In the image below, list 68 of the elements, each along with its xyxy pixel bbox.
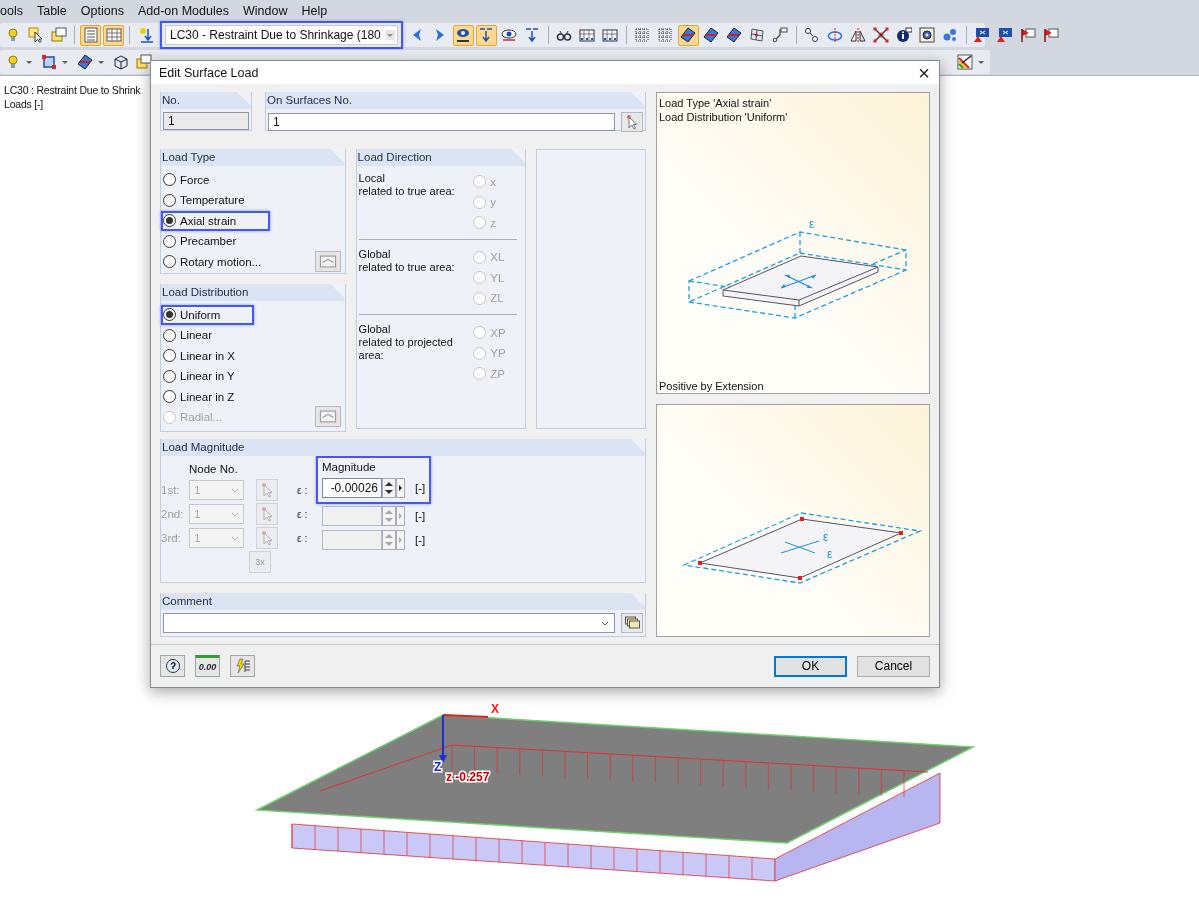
row-label: 2nd: bbox=[161, 508, 185, 520]
close-button[interactable]: × bbox=[909, 61, 939, 84]
row-label: 1st: bbox=[161, 484, 181, 496]
edit-button[interactable] bbox=[314, 250, 341, 272]
units-button[interactable]: 0.00 bbox=[195, 655, 220, 677]
group-title: Load Distribution bbox=[161, 284, 345, 301]
group-title: Comment bbox=[161, 593, 645, 610]
dialog-button[interactable]: OK bbox=[774, 655, 847, 677]
unit-label: [-] bbox=[415, 534, 426, 546]
surfaces-field[interactable]: 1 bbox=[268, 113, 615, 131]
axis-label: z -0.257 bbox=[446, 770, 490, 784]
strain-symbol: ε bbox=[827, 547, 833, 561]
panel-unit: Loads [-] bbox=[3, 97, 44, 111]
color-scale-icon[interactable] bbox=[954, 51, 975, 72]
strain-symbol: ε : bbox=[297, 484, 308, 496]
load-case-dropdown[interactable]: LC30 - Restraint Due to Shrinkage (180 bbox=[165, 25, 398, 45]
preview-text: Load Type 'Axial strain' bbox=[659, 96, 773, 110]
unit-label: [-] bbox=[415, 482, 426, 494]
caret-icon[interactable] bbox=[384, 30, 395, 40]
strain-symbol: ε : bbox=[297, 508, 308, 520]
unit-label: [-] bbox=[415, 510, 426, 522]
radio-button[interactable]: Temperature bbox=[161, 190, 251, 210]
menu-item[interactable]: Help bbox=[301, 4, 328, 18]
column-header: Node No. bbox=[188, 462, 239, 477]
table-icon[interactable] bbox=[103, 24, 124, 46]
group-title: Load Type bbox=[161, 149, 345, 166]
radio-button[interactable]: Force bbox=[161, 170, 216, 190]
group-title: No. bbox=[161, 92, 251, 109]
preview-note: Positive by Extension bbox=[659, 380, 764, 392]
menu-item[interactable]: Window bbox=[242, 4, 288, 18]
windows-icon[interactable] bbox=[133, 51, 154, 72]
gear-icon[interactable] bbox=[916, 24, 938, 46]
radio-button[interactable]: Linear bbox=[161, 325, 218, 345]
menu-item[interactable]: Options bbox=[80, 4, 124, 18]
strain-symbol: ε bbox=[823, 530, 829, 544]
strain-symbol: ε : bbox=[297, 532, 308, 544]
dialog-button[interactable]: Cancel bbox=[857, 655, 930, 677]
strain-symbol: ε bbox=[809, 217, 815, 231]
direction-label: Local related to true area: bbox=[358, 172, 455, 199]
group-title: Load Magnitude bbox=[161, 439, 645, 456]
radio-button[interactable]: Linear in Z bbox=[161, 387, 241, 407]
direction-label: Global related to true area: bbox=[358, 247, 455, 275]
radio-button[interactable]: Uniform bbox=[161, 305, 255, 325]
group-title: On Surfaces No. bbox=[266, 92, 645, 109]
row-label: 3rd: bbox=[161, 532, 182, 544]
dialog-title: Edit Surface Load bbox=[159, 65, 259, 80]
menu-item[interactable]: Table bbox=[36, 4, 67, 18]
spinner-icon[interactable] bbox=[382, 478, 396, 498]
radio-button[interactable]: Linear in X bbox=[161, 346, 241, 366]
magnitude-field[interactable]: -0.00026 bbox=[322, 478, 382, 498]
number-field[interactable]: 1 bbox=[163, 112, 249, 130]
group-title: Load Direction bbox=[356, 149, 526, 166]
radio-button[interactable]: Rotary motion... bbox=[161, 252, 268, 272]
menu-item[interactable]: Add-on Modules bbox=[137, 4, 229, 18]
column-header: Magnitude bbox=[322, 460, 377, 475]
radio-button[interactable]: Precamber bbox=[161, 231, 243, 251]
direction-label: Global related to projected area: bbox=[358, 323, 453, 363]
axis-label: X bbox=[491, 702, 499, 716]
list-view-icon[interactable] bbox=[80, 24, 101, 46]
plane-icon[interactable] bbox=[677, 24, 699, 46]
arrow-right-icon[interactable] bbox=[396, 478, 405, 498]
preview-text: Load Distribution 'Uniform' bbox=[659, 110, 789, 124]
radio-button[interactable]: Linear in Y bbox=[161, 366, 241, 386]
menu-item[interactable]: ools bbox=[0, 4, 23, 18]
edit-button[interactable] bbox=[314, 406, 341, 427]
radio-button[interactable]: Axial strain bbox=[161, 211, 271, 231]
axis-label: Z bbox=[434, 760, 442, 774]
panel-title: LC30 : Restraint Due to Shrink bbox=[3, 83, 141, 97]
